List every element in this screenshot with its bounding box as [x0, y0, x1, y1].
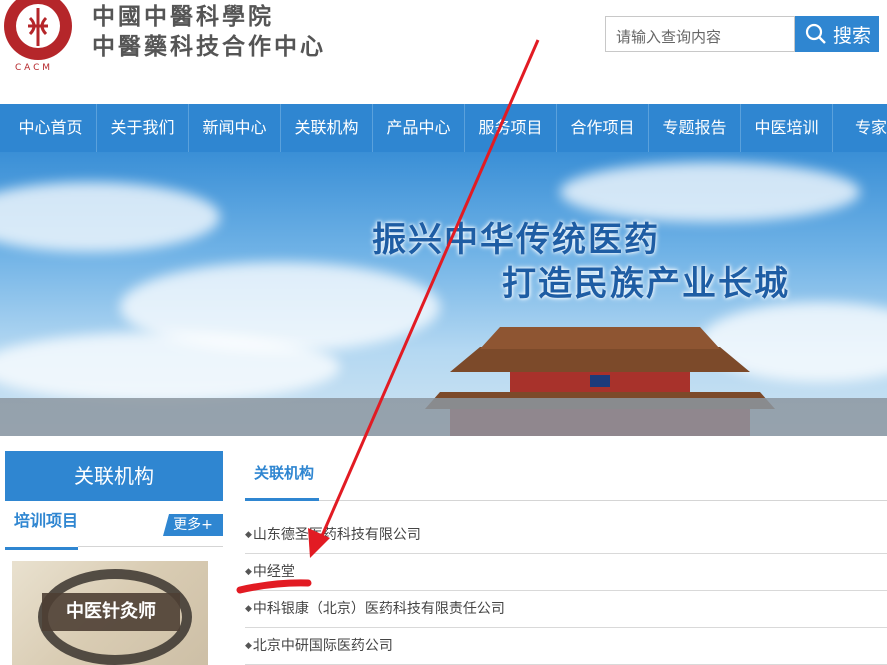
sidebar-tab-training[interactable]: 培训项目: [5, 506, 78, 550]
list-item[interactable]: ◆山东德圣医药科技有限公司: [245, 517, 887, 554]
list-item-label: 北京中研国际医药公司: [252, 638, 393, 654]
banner-cloud: [0, 182, 220, 252]
nav-item-experts[interactable]: 专家介: [833, 104, 887, 152]
nav-item-products[interactable]: 产品中心: [373, 104, 465, 152]
search-input[interactable]: 请输入查询内容: [605, 16, 795, 52]
list-item[interactable]: ◆中科银康（北京）医药科技有限责任公司: [245, 591, 887, 628]
diamond-bullet-icon: ◆: [245, 604, 252, 614]
training-card[interactable]: 中医针灸师: [12, 561, 208, 665]
list-item-label: 山东德圣医药科技有限公司: [252, 527, 421, 543]
diamond-bullet-icon: ◆: [245, 567, 252, 577]
search-button[interactable]: 搜索: [795, 16, 879, 52]
diamond-bullet-icon: ◆: [245, 530, 252, 540]
org-names: 中國中醫科學院 中醫藥科技合作中心: [92, 2, 326, 62]
search-button-label: 搜索: [833, 24, 872, 47]
org-name-center: 中醫藥科技合作中心: [92, 33, 326, 60]
search-icon: [805, 23, 826, 44]
more-button[interactable]: 更多+: [163, 514, 223, 536]
banner-cloud: [0, 332, 340, 402]
hero-banner: 振兴中华传统医药 打造民族产业长城: [0, 152, 887, 436]
list-item-label: 中科银康（北京）医药科技有限责任公司: [252, 601, 505, 617]
site-header: C A C M 中國中醫科學院 中醫藥科技合作中心 请输入查询内容 搜索: [0, 0, 887, 98]
banner-ground: [0, 398, 887, 436]
nav-item-news[interactable]: 新闻中心: [189, 104, 281, 152]
nav-item-training[interactable]: 中医培训: [741, 104, 833, 152]
banner-slogan-2: 打造民族产业长城: [502, 264, 790, 304]
main-divider: [319, 500, 887, 501]
main-nav: 中心首页 关于我们 新闻中心 关联机构 产品中心 服务项目 合作项目 专题报告 …: [0, 104, 887, 152]
diamond-bullet-icon: ◆: [245, 641, 252, 651]
training-card-label: 中医针灸师: [42, 593, 180, 631]
nav-item-home[interactable]: 中心首页: [5, 104, 97, 152]
logo-lettering: C A C M: [15, 63, 50, 73]
nav-item-about[interactable]: 关于我们: [97, 104, 189, 152]
tab-affiliates[interactable]: 关联机构: [245, 455, 319, 501]
org-name-academy: 中國中醫科學院: [92, 3, 274, 30]
list-item[interactable]: ◆北京中研国际医药公司: [245, 628, 887, 665]
nav-item-reports[interactable]: 专题报告: [649, 104, 741, 152]
list-item-label: 中经堂: [252, 564, 295, 580]
nav-item-cooperation[interactable]: 合作项目: [557, 104, 649, 152]
nav-item-services[interactable]: 服务项目: [465, 104, 557, 152]
list-item[interactable]: ◆中经堂: [245, 554, 887, 591]
cacm-logo[interactable]: C A C M: [0, 0, 80, 74]
sidebar-title: 关联机构: [5, 451, 223, 501]
sidebar-divider: [78, 546, 223, 547]
nav-item-affiliates[interactable]: 关联机构: [281, 104, 373, 152]
banner-slogan-1: 振兴中华传统医药: [372, 220, 660, 260]
